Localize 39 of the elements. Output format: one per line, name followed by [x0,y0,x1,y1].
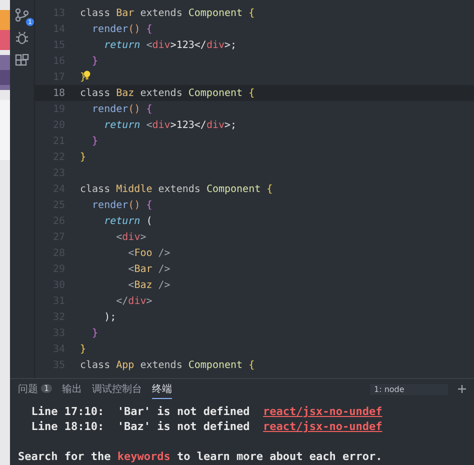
terminal-select[interactable]: 1: node [370,384,448,394]
code-line: class App extends Component { [80,360,255,370]
code-line: </div> [115,296,152,306]
count-badge: 1 [41,384,52,393]
code-line: } [80,72,86,82]
terminal-line: Line 17:10: 'Bar' is not defined react/jsx-no-undef [30,405,384,420]
code-line: <div> [115,232,146,242]
code-line: } [91,136,98,146]
extensions-icon[interactable] [15,54,29,68]
code-line: render() { [91,200,152,210]
code-line: } [80,152,86,162]
code-line: } [80,344,86,354]
panel-tab[interactable]: 输出 [62,380,82,398]
code-line: render() { [91,24,152,34]
lightbulb-icon[interactable] [83,70,91,80]
code-line: } [91,328,98,338]
line-number: 18 [52,88,66,98]
code-line: class Middle extends Component { [80,184,273,194]
code-line: } [91,56,98,66]
panel-tab[interactable]: 问题 1 [18,380,52,398]
source-control-icon[interactable] [15,8,29,22]
rule-link[interactable]: react/jsx-no-undef [263,420,382,433]
panel-tab[interactable]: 调试控制台 [92,380,142,398]
plus-icon[interactable] [458,385,466,393]
code-line: return ( [103,216,152,226]
code-line: ); [103,312,116,322]
panel-tab[interactable]: 终端 [152,380,172,398]
code-line: <Foo /> [127,248,170,258]
code-line: return <div>123</div>; [103,40,237,50]
code-line: class Bar extends Component { [80,8,255,18]
code-line: <Bar /> [127,264,170,274]
code-line: class Baz extends Component { [80,88,255,98]
code-line: return <div>123</div>; [103,120,237,130]
terminal-line: Line 18:10: 'Baz' is not defined react/jsx-no-undef [30,420,384,435]
rule-link[interactable]: react/jsx-no-undef [263,405,382,418]
code-line: <Baz /> [127,280,170,290]
code-line: render() { [91,104,152,114]
bug-icon[interactable] [15,31,29,45]
terminal-line: Search for the keywords to learn more about each error. [18,450,384,465]
